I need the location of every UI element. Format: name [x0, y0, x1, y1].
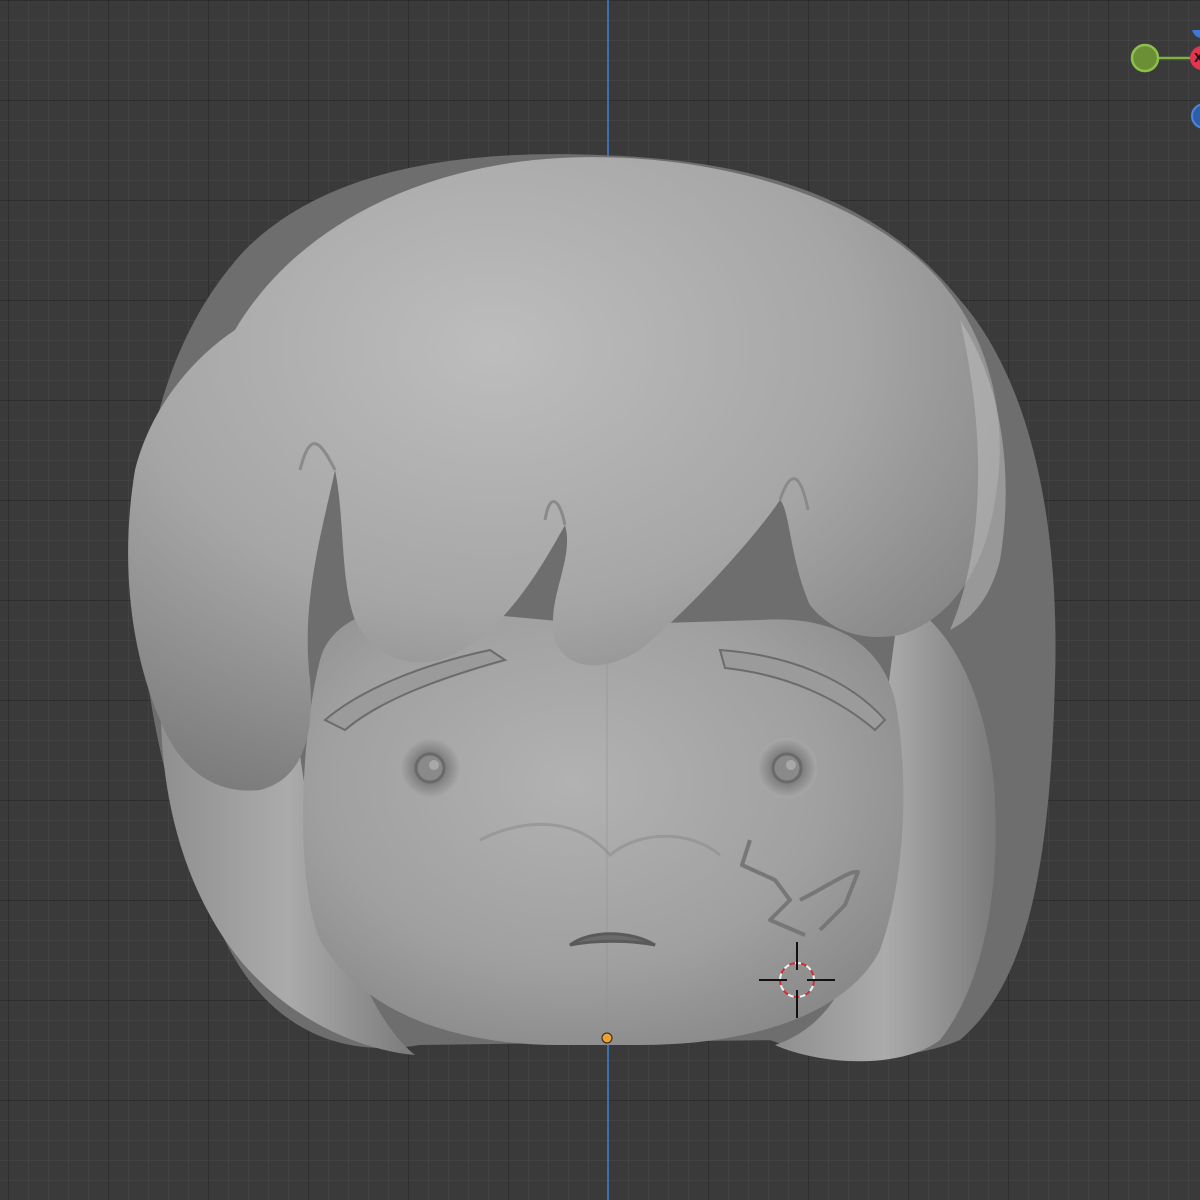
gizmo-z-negative-handle[interactable] — [1191, 103, 1200, 129]
sculpted-head-model[interactable] — [0, 0, 1200, 1200]
right-eye — [757, 738, 817, 798]
3d-viewport[interactable]: X — [0, 0, 1200, 1200]
gizmo-z-top-handle[interactable] — [1192, 30, 1200, 38]
navigation-gizmo[interactable]: X — [1120, 30, 1200, 140]
gizmo-x-label: X — [1194, 51, 1200, 65]
object-origin-dot[interactable] — [601, 1032, 613, 1044]
left-eye — [400, 738, 460, 798]
gizmo-y-negative-handle[interactable] — [1130, 43, 1160, 73]
